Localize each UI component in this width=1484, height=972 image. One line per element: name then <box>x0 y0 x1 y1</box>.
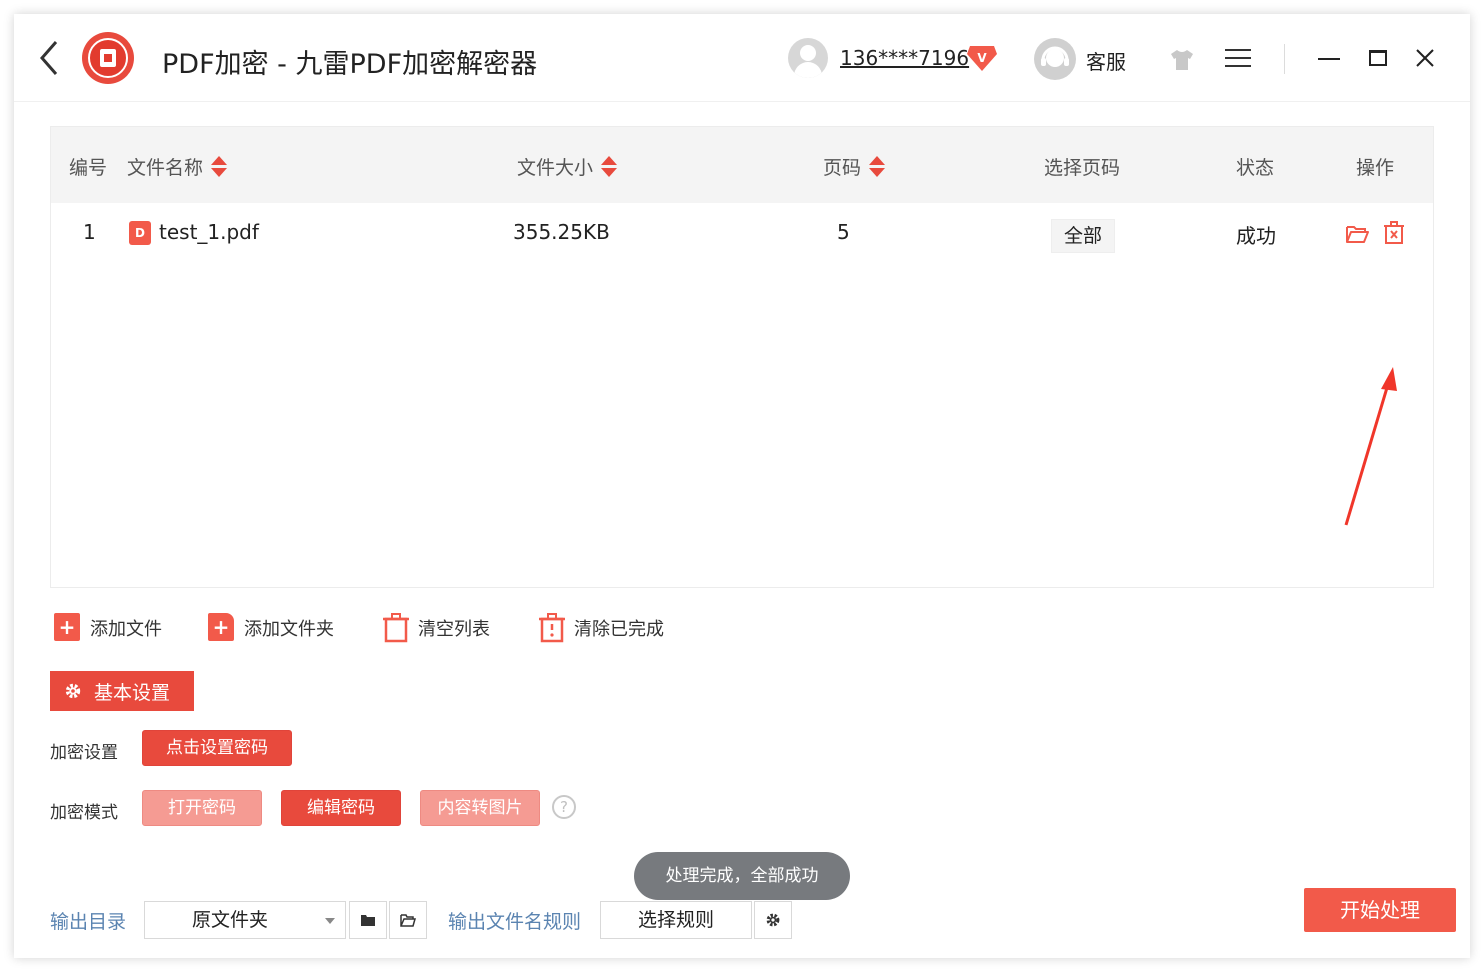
output-dir-label: 输出目录 <box>50 911 127 933</box>
gear-icon <box>65 683 81 699</box>
column-file-name-label: 文件名称 <box>127 157 204 179</box>
column-status-label: 状态 <box>1236 157 1275 179</box>
close-icon[interactable] <box>1414 47 1436 69</box>
app-logo <box>82 32 134 84</box>
minimize-icon[interactable] <box>1318 52 1342 66</box>
back-arrow-icon[interactable] <box>36 38 66 78</box>
column-actions: 操作 <box>1356 153 1394 180</box>
clear-completed-label: 清除已完成 <box>574 619 664 640</box>
encrypt-mode-label: 加密模式 <box>50 803 118 823</box>
add-folder-icon: + <box>208 613 236 643</box>
basic-settings-label: 基本设置 <box>94 681 171 704</box>
mode-content-to-image-button[interactable]: 内容转图片 <box>420 790 540 826</box>
rule-settings-button[interactable] <box>754 901 792 939</box>
column-index: 编号 <box>69 153 107 180</box>
column-file-size-label: 文件大小 <box>517 157 594 179</box>
table-header: 编号 文件名称 文件大小 页码 选择页码 状态 操作 <box>51 127 1433 203</box>
chevron-down-icon <box>325 918 335 924</box>
trash-done-icon <box>538 613 566 643</box>
customer-service-label[interactable]: 客服 <box>1086 46 1126 75</box>
column-pages[interactable]: 页码 <box>823 153 886 180</box>
trash-icon <box>382 613 410 643</box>
open-output-folder-button[interactable] <box>389 901 427 939</box>
page-select-chip[interactable]: 全部 <box>1051 219 1115 253</box>
sort-icon[interactable] <box>211 155 228 178</box>
mode-open-password-button[interactable]: 打开密码 <box>142 790 262 826</box>
app-window: PDF加密 - 九雷PDF加密解密器 136****7196 V 客服 编号 文… <box>14 14 1470 958</box>
clear-list-label: 清空列表 <box>418 619 490 640</box>
pdf-file-icon: D <box>129 221 151 245</box>
output-name-rule-label: 输出文件名规则 <box>448 911 582 933</box>
encrypt-setting-label: 加密设置 <box>50 743 118 763</box>
open-folder-icon <box>400 914 416 927</box>
output-dir-select[interactable]: 原文件夹 <box>144 901 346 939</box>
clear-completed-button[interactable]: 清除已完成 <box>538 612 664 644</box>
vip-badge-label: V <box>977 51 987 65</box>
set-password-button[interactable]: 点击设置密码 <box>142 730 292 766</box>
column-page-select-label: 选择页码 <box>1044 157 1121 179</box>
table-row[interactable]: 1 D test_1.pdf 355.25KB 5 全部 成功 <box>51 205 1433 261</box>
column-index-label: 编号 <box>69 157 108 179</box>
skin-shirt-icon[interactable] <box>1168 48 1196 72</box>
basic-settings-tab[interactable]: 基本设置 <box>50 671 194 711</box>
gear-icon <box>766 913 780 927</box>
user-phone[interactable]: 136****7196 <box>840 46 969 70</box>
file-size: 355.25KB <box>513 220 610 244</box>
vip-badge-icon: V <box>966 44 998 72</box>
column-file-size[interactable]: 文件大小 <box>517 153 618 180</box>
file-list-panel: 编号 文件名称 文件大小 页码 选择页码 状态 操作 1 D test_1.pd… <box>50 126 1434 588</box>
browse-folder-button[interactable] <box>349 901 387 939</box>
delete-icon[interactable] <box>1383 221 1405 245</box>
column-actions-label: 操作 <box>1356 157 1395 179</box>
add-file-icon: + <box>54 613 82 643</box>
divider <box>1284 44 1285 74</box>
customer-service-icon[interactable] <box>1034 38 1076 80</box>
file-name: test_1.pdf <box>159 220 259 244</box>
window-title: PDF加密 - 九雷PDF加密解密器 <box>162 49 538 80</box>
sort-icon[interactable] <box>869 155 886 178</box>
page-count: 5 <box>837 220 850 244</box>
column-pages-label: 页码 <box>823 157 862 179</box>
help-icon[interactable]: ? <box>552 795 576 819</box>
folder-icon <box>361 915 375 926</box>
column-status: 状态 <box>1236 153 1274 180</box>
add-folder-button[interactable]: + 添加文件夹 <box>208 612 334 644</box>
column-file-name[interactable]: 文件名称 <box>127 153 228 180</box>
sort-icon[interactable] <box>601 155 618 178</box>
select-rule-button[interactable]: 选择规则 <box>600 901 752 939</box>
add-file-label: 添加文件 <box>90 619 162 640</box>
menu-icon[interactable] <box>1225 49 1251 69</box>
mode-edit-password-button[interactable]: 编辑密码 <box>281 790 401 826</box>
row-index: 1 <box>83 220 96 244</box>
clear-list-button[interactable]: 清空列表 <box>382 612 490 644</box>
user-avatar[interactable] <box>788 38 828 78</box>
open-folder-icon[interactable] <box>1345 223 1369 245</box>
start-processing-button[interactable]: 开始处理 <box>1304 888 1456 932</box>
status-text: 成功 <box>1236 224 1276 248</box>
output-dir-value: 原文件夹 <box>192 909 269 931</box>
annotation-arrow-icon <box>1344 367 1397 526</box>
add-folder-label: 添加文件夹 <box>244 619 334 640</box>
title-bar: PDF加密 - 九雷PDF加密解密器 136****7196 V 客服 <box>14 14 1470 102</box>
status-toast: 处理完成，全部成功 <box>634 852 850 900</box>
add-file-button[interactable]: + 添加文件 <box>54 612 162 644</box>
column-page-select: 选择页码 <box>1044 153 1120 180</box>
maximize-icon[interactable] <box>1369 50 1387 66</box>
